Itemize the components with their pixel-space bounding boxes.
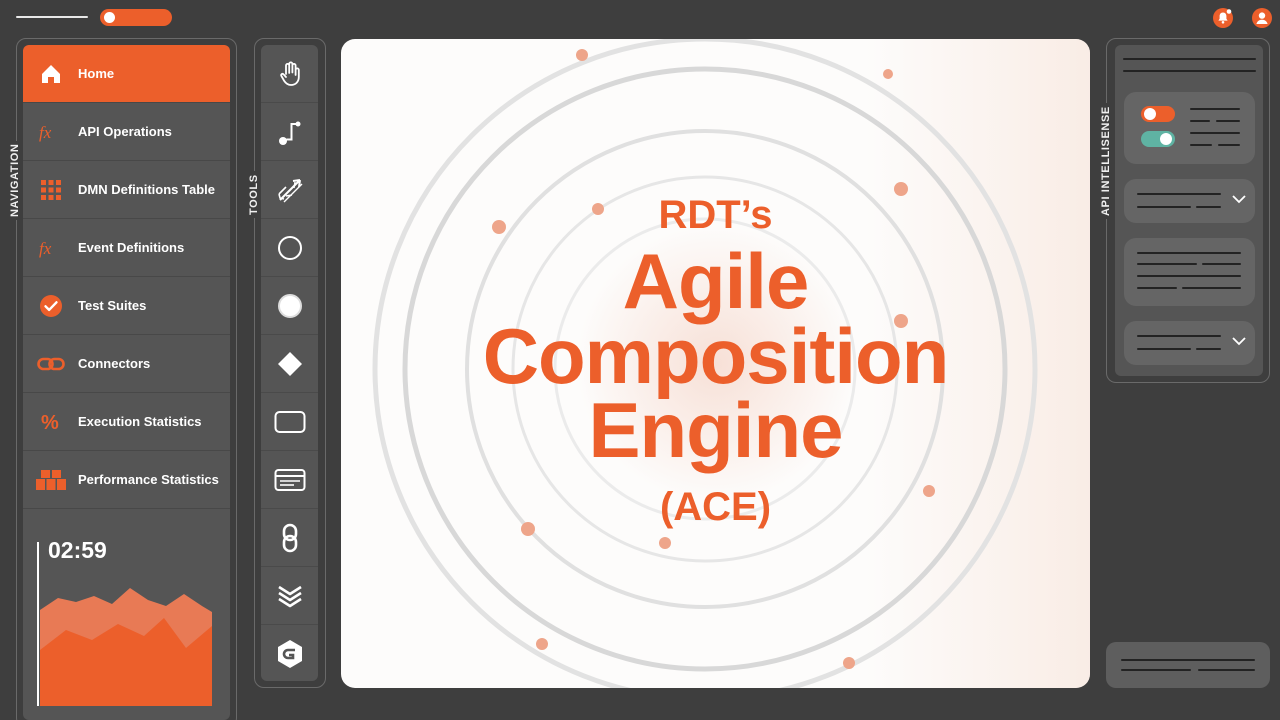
sidebar-item-connectors[interactable]: Connectors bbox=[23, 335, 230, 393]
placeholder-line bbox=[1137, 335, 1221, 337]
sidebar-item-label: Execution Statistics bbox=[78, 414, 202, 429]
tools-label: TOOLS bbox=[248, 171, 260, 218]
tool-chain[interactable] bbox=[261, 509, 318, 567]
connector-icon bbox=[278, 121, 300, 145]
tool-layers[interactable] bbox=[261, 567, 318, 625]
check-circle-icon bbox=[23, 294, 78, 318]
title-line-composition: Composition bbox=[482, 312, 950, 400]
tools-panel bbox=[261, 45, 318, 681]
grid-icon bbox=[23, 179, 78, 201]
main-canvas[interactable]: RDT’s Agile Composition Engine (ACE) bbox=[341, 39, 1090, 688]
tool-arrows[interactable] bbox=[261, 161, 318, 219]
function-icon: fx bbox=[23, 122, 78, 142]
sidebar-item-label: Home bbox=[78, 66, 115, 81]
percent-icon: % bbox=[23, 411, 78, 433]
circle-outline-icon bbox=[277, 235, 302, 260]
placeholder-line bbox=[1216, 120, 1240, 122]
tool-connector[interactable] bbox=[261, 103, 318, 161]
placeholder-line bbox=[1137, 206, 1191, 208]
link-icon bbox=[23, 356, 78, 372]
toggle-knob bbox=[104, 12, 115, 23]
toggle-orange[interactable] bbox=[1141, 106, 1175, 122]
toggle-knob bbox=[1160, 133, 1172, 145]
placeholder-line bbox=[1137, 348, 1191, 350]
placeholder-line bbox=[1196, 348, 1221, 350]
placeholder-line bbox=[1218, 144, 1240, 146]
placeholder-line bbox=[1137, 263, 1197, 265]
g-logo-icon bbox=[277, 640, 302, 668]
toggle-knob bbox=[1144, 108, 1156, 120]
svg-text:fx: fx bbox=[39, 123, 52, 142]
svg-text:%: % bbox=[41, 412, 59, 433]
home-icon bbox=[23, 63, 78, 85]
notification-bell-icon[interactable] bbox=[1213, 8, 1233, 28]
tool-hand[interactable] bbox=[261, 45, 318, 103]
tool-event[interactable] bbox=[261, 277, 318, 335]
boxes-icon bbox=[23, 469, 78, 491]
user-avatar-icon[interactable] bbox=[1252, 8, 1272, 28]
placeholder-line bbox=[1190, 108, 1240, 110]
api-text-card bbox=[1124, 238, 1255, 306]
chain-icon bbox=[282, 523, 297, 552]
placeholder-line bbox=[1198, 669, 1255, 671]
top-toggle[interactable] bbox=[100, 9, 172, 26]
sidebar-item-label: Test Suites bbox=[78, 298, 147, 313]
sidebar-item-dmn-definitions-table[interactable]: DMN Definitions Table bbox=[23, 161, 230, 219]
title-line-rdts: RDT’s bbox=[658, 193, 773, 237]
diamond-icon bbox=[277, 351, 302, 376]
navigation-label: NAVIGATION bbox=[9, 140, 21, 220]
tool-circle[interactable] bbox=[261, 219, 318, 277]
api-dropdown-1[interactable] bbox=[1124, 179, 1255, 223]
api-intellisense-label: API INTELLISENSE bbox=[1100, 103, 1112, 219]
chevron-down-icon bbox=[1232, 337, 1246, 346]
sidebar-item-label: API Operations bbox=[78, 124, 172, 139]
sidebar-item-performance-statistics[interactable]: Performance Statistics bbox=[23, 451, 230, 509]
sidebar-item-label: Performance Statistics bbox=[78, 472, 219, 487]
chevron-down-icon bbox=[1232, 195, 1246, 204]
rectangle-icon bbox=[274, 410, 305, 433]
toggle-teal[interactable] bbox=[1141, 131, 1175, 147]
tool-logo[interactable] bbox=[261, 625, 318, 683]
circle-filled-icon bbox=[277, 293, 302, 318]
placeholder-line bbox=[1196, 206, 1221, 208]
sidebar-item-test-suites[interactable]: Test Suites bbox=[23, 277, 230, 335]
tool-rectangle[interactable] bbox=[261, 393, 318, 451]
placeholder-line bbox=[1137, 287, 1177, 289]
layers-icon bbox=[277, 585, 302, 607]
placeholder-line bbox=[1137, 252, 1241, 254]
performance-area-chart bbox=[37, 542, 212, 706]
sidebar-item-event-definitions[interactable]: fx Event Definitions bbox=[23, 219, 230, 277]
sidebar-item-execution-statistics[interactable]: % Execution Statistics bbox=[23, 393, 230, 451]
bottom-right-card bbox=[1106, 642, 1270, 688]
svg-text:fx: fx bbox=[39, 239, 52, 258]
top-line bbox=[16, 16, 88, 18]
placeholder-line bbox=[1182, 287, 1241, 289]
sidebar-item-label: Connectors bbox=[78, 356, 151, 371]
placeholder-line bbox=[1190, 132, 1240, 134]
title-line-ace: (ACE) bbox=[659, 485, 772, 529]
placeholder-line bbox=[1137, 193, 1221, 195]
tool-gateway[interactable] bbox=[261, 335, 318, 393]
placeholder-line bbox=[1190, 120, 1210, 122]
placeholder-line bbox=[1137, 275, 1241, 277]
sidebar-item-label: Event Definitions bbox=[78, 240, 185, 255]
title-line-agile: Agile bbox=[622, 237, 810, 325]
api-dropdown-2[interactable] bbox=[1124, 321, 1255, 365]
arrows-icon bbox=[277, 178, 302, 202]
form-icon bbox=[274, 468, 305, 491]
api-toggles-card bbox=[1124, 92, 1255, 164]
hand-icon bbox=[279, 61, 300, 86]
placeholder-line bbox=[1121, 669, 1191, 671]
api-header-line bbox=[1123, 70, 1256, 72]
title-line-engine: Engine bbox=[588, 386, 843, 474]
placeholder-line bbox=[1121, 659, 1255, 661]
tool-form[interactable] bbox=[261, 451, 318, 509]
placeholder-line bbox=[1202, 263, 1241, 265]
function-icon: fx bbox=[23, 238, 78, 258]
api-header-line bbox=[1123, 58, 1256, 60]
placeholder-line bbox=[1190, 144, 1212, 146]
sidebar-item-api-operations[interactable]: fx API Operations bbox=[23, 103, 230, 161]
sidebar-item-label: DMN Definitions Table bbox=[78, 182, 215, 197]
sidebar-item-home[interactable]: Home bbox=[23, 45, 230, 103]
